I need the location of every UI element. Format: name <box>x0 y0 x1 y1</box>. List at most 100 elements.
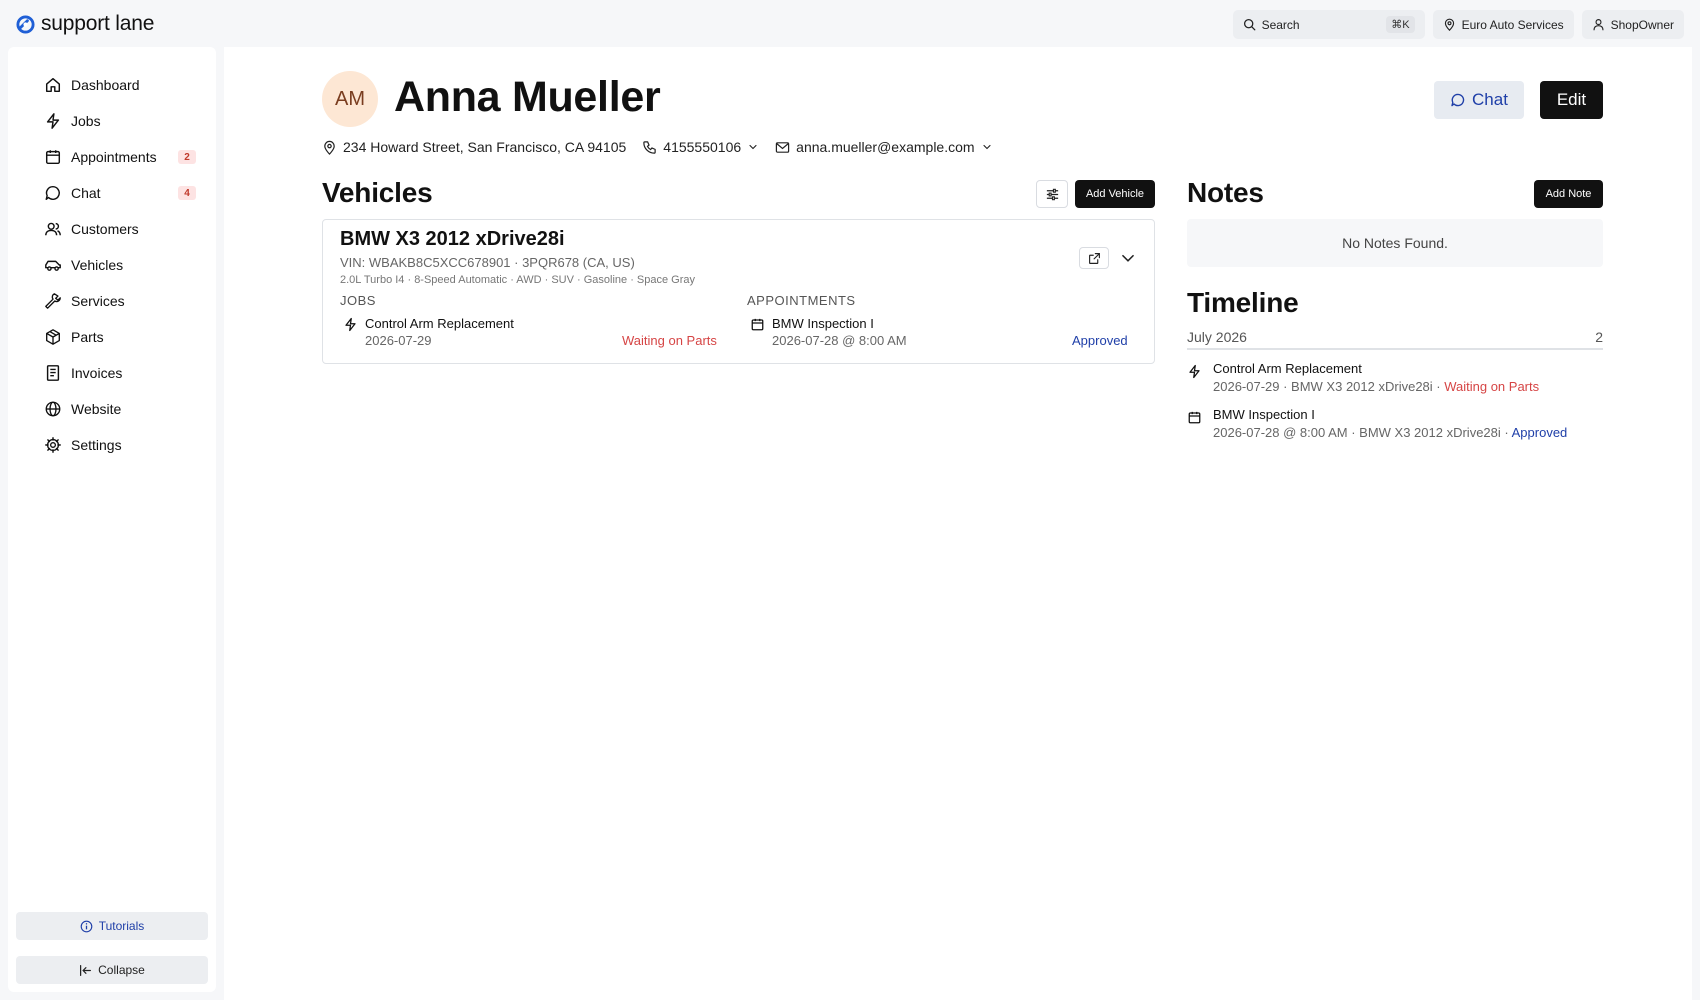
timeline-item-detail: 2026-07-28 @ 8:00 AM · BMW X3 2012 xDriv… <box>1213 425 1567 440</box>
address: 234 Howard Street, San Francisco, CA 941… <box>322 139 626 155</box>
sidebar-item-label: Services <box>71 293 125 309</box>
info-icon <box>80 920 93 933</box>
sidebar-item-label: Settings <box>71 437 122 453</box>
chevron-down-icon <box>1119 249 1137 267</box>
timeline-month: July 2026 <box>1187 329 1247 345</box>
sidebar-item-services[interactable]: Services <box>34 283 204 319</box>
bolt-icon <box>343 317 359 333</box>
sidebar-item-label: Customers <box>71 221 139 237</box>
job-status: Waiting on Parts <box>622 333 717 348</box>
timeline-item-status: Waiting on Parts <box>1444 379 1540 394</box>
search-shortcut: ⌘K <box>1386 16 1415 33</box>
vehicle-card[interactable]: BMW X3 2012 xDrive28i VIN: WBAKB8C5XCC67… <box>322 219 1155 364</box>
mail-icon <box>775 140 790 155</box>
sidebar-item-website[interactable]: Website <box>34 391 204 427</box>
chat-button-label: Chat <box>1472 90 1508 109</box>
timeline-item-meta: 2026-07-29 · BMW X3 2012 xDrive28i · <box>1213 379 1445 394</box>
contact-info: 234 Howard Street, San Francisco, CA 941… <box>322 139 993 155</box>
edit-button[interactable]: Edit <box>1540 81 1603 119</box>
receipt-icon <box>44 364 62 382</box>
chat-count-badge: 4 <box>178 186 196 200</box>
location-pin-icon <box>322 140 337 155</box>
sidebar-item-label: Jobs <box>71 113 101 129</box>
expand-vehicle-button[interactable] <box>1119 249 1137 267</box>
location-pin-icon <box>1443 18 1456 31</box>
job-date: 2026-07-29 <box>365 333 432 348</box>
external-link-icon <box>1088 252 1101 265</box>
sidebar-item-label: Dashboard <box>71 77 140 93</box>
globe-icon <box>44 400 62 418</box>
bolt-icon <box>44 112 62 130</box>
phone-icon <box>642 140 657 155</box>
calendar-icon <box>1187 410 1203 426</box>
user-menu[interactable]: ShopOwner <box>1581 10 1684 39</box>
sidebar-item-vehicles[interactable]: Vehicles <box>34 247 204 283</box>
jobs-heading: JOBS <box>340 293 376 308</box>
main-content: AM Anna Mueller Chat Edit 234 Howard Str… <box>224 47 1692 1000</box>
calendar-icon <box>750 317 766 333</box>
search-button[interactable]: Search ⌘K <box>1232 10 1425 39</box>
sidebar-item-settings[interactable]: Settings <box>34 427 204 463</box>
timeline-month-header: July 2026 2 <box>1187 329 1603 350</box>
chevron-down-icon <box>981 141 993 153</box>
collapse-label: Collapse <box>98 963 145 977</box>
wrench-icon <box>44 292 62 310</box>
sidebar-item-label: Chat <box>71 185 101 201</box>
timeline-item-title: Control Arm Replacement <box>1213 361 1362 376</box>
timeline-item-detail: 2026-07-29 · BMW X3 2012 xDrive28i · Wai… <box>1213 379 1539 394</box>
appointment-date: 2026-07-28 @ 8:00 AM <box>772 333 907 348</box>
job-title-link[interactable]: Control Arm Replacement <box>365 316 514 331</box>
open-vehicle-button[interactable] <box>1079 247 1109 269</box>
filter-button[interactable] <box>1036 180 1068 208</box>
vehicle-vin: VIN: WBAKB8C5XCC678901 · 3PQR678 (CA, US… <box>340 255 635 270</box>
add-note-button[interactable]: Add Note <box>1534 180 1603 208</box>
avatar: AM <box>322 71 378 127</box>
timeline-item-status: Approved <box>1511 425 1568 440</box>
appointments-count-badge: 2 <box>178 150 196 164</box>
brand[interactable]: support lane <box>16 12 154 36</box>
chat-button[interactable]: Chat <box>1434 81 1524 119</box>
shop-selector[interactable]: Euro Auto Services <box>1432 10 1574 39</box>
appointment-title-link[interactable]: BMW Inspection I <box>772 316 874 331</box>
sidebar-item-label: Website <box>71 401 122 417</box>
timeline-count: 2 <box>1595 329 1603 345</box>
phone-dropdown[interactable]: 4155550106 <box>642 139 759 155</box>
timeline-heading: Timeline <box>1187 287 1299 318</box>
sidebar-item-jobs[interactable]: Jobs <box>34 103 204 139</box>
appointments-heading: APPOINTMENTS <box>747 293 856 308</box>
brand-logo-icon <box>16 14 35 34</box>
add-vehicle-button[interactable]: Add Vehicle <box>1075 180 1155 208</box>
search-label: Search <box>1261 17 1300 32</box>
bolt-icon <box>1187 364 1203 380</box>
vehicles-heading: Vehicles <box>322 177 433 208</box>
timeline-item-title: BMW Inspection I <box>1213 407 1315 422</box>
users-icon <box>44 220 62 238</box>
calendar-icon <box>44 148 62 166</box>
box-icon <box>44 328 62 346</box>
car-icon <box>44 256 62 274</box>
chevron-down-icon <box>747 141 759 153</box>
tutorials-label: Tutorials <box>98 919 145 933</box>
sidebar-item-chat[interactable]: Chat 4 <box>34 175 204 211</box>
sidebar-item-appointments[interactable]: Appointments 2 <box>34 139 204 175</box>
sidebar-item-label: Vehicles <box>71 257 124 273</box>
vehicle-specs: 2.0L Turbo I4 · 8-Speed Automatic · AWD … <box>340 274 696 286</box>
sidebar-item-parts[interactable]: Parts <box>34 319 204 355</box>
user-name: ShopOwner <box>1610 17 1674 32</box>
appointment-status: Approved <box>1072 333 1128 348</box>
sidebar-item-label: Appointments <box>71 149 157 165</box>
page-title: Anna Mueller <box>394 73 661 121</box>
chat-bubble-icon <box>1450 92 1466 108</box>
email-text: anna.mueller@example.com <box>796 139 975 155</box>
collapse-arrow-icon <box>79 964 92 977</box>
sidebar-item-dashboard[interactable]: Dashboard <box>34 67 204 103</box>
collapse-button[interactable]: Collapse <box>16 956 208 984</box>
address-text: 234 Howard Street, San Francisco, CA 941… <box>343 139 627 155</box>
sidebar-item-invoices[interactable]: Invoices <box>34 355 204 391</box>
tutorials-button[interactable]: Tutorials <box>16 912 208 940</box>
user-icon <box>1592 18 1605 31</box>
shop-name: Euro Auto Services <box>1461 17 1564 32</box>
email-dropdown[interactable]: anna.mueller@example.com <box>775 139 992 155</box>
sidebar-nav: Dashboard Jobs Appointments 2 Chat 4 Cus… <box>34 67 204 463</box>
sidebar-item-customers[interactable]: Customers <box>34 211 204 247</box>
